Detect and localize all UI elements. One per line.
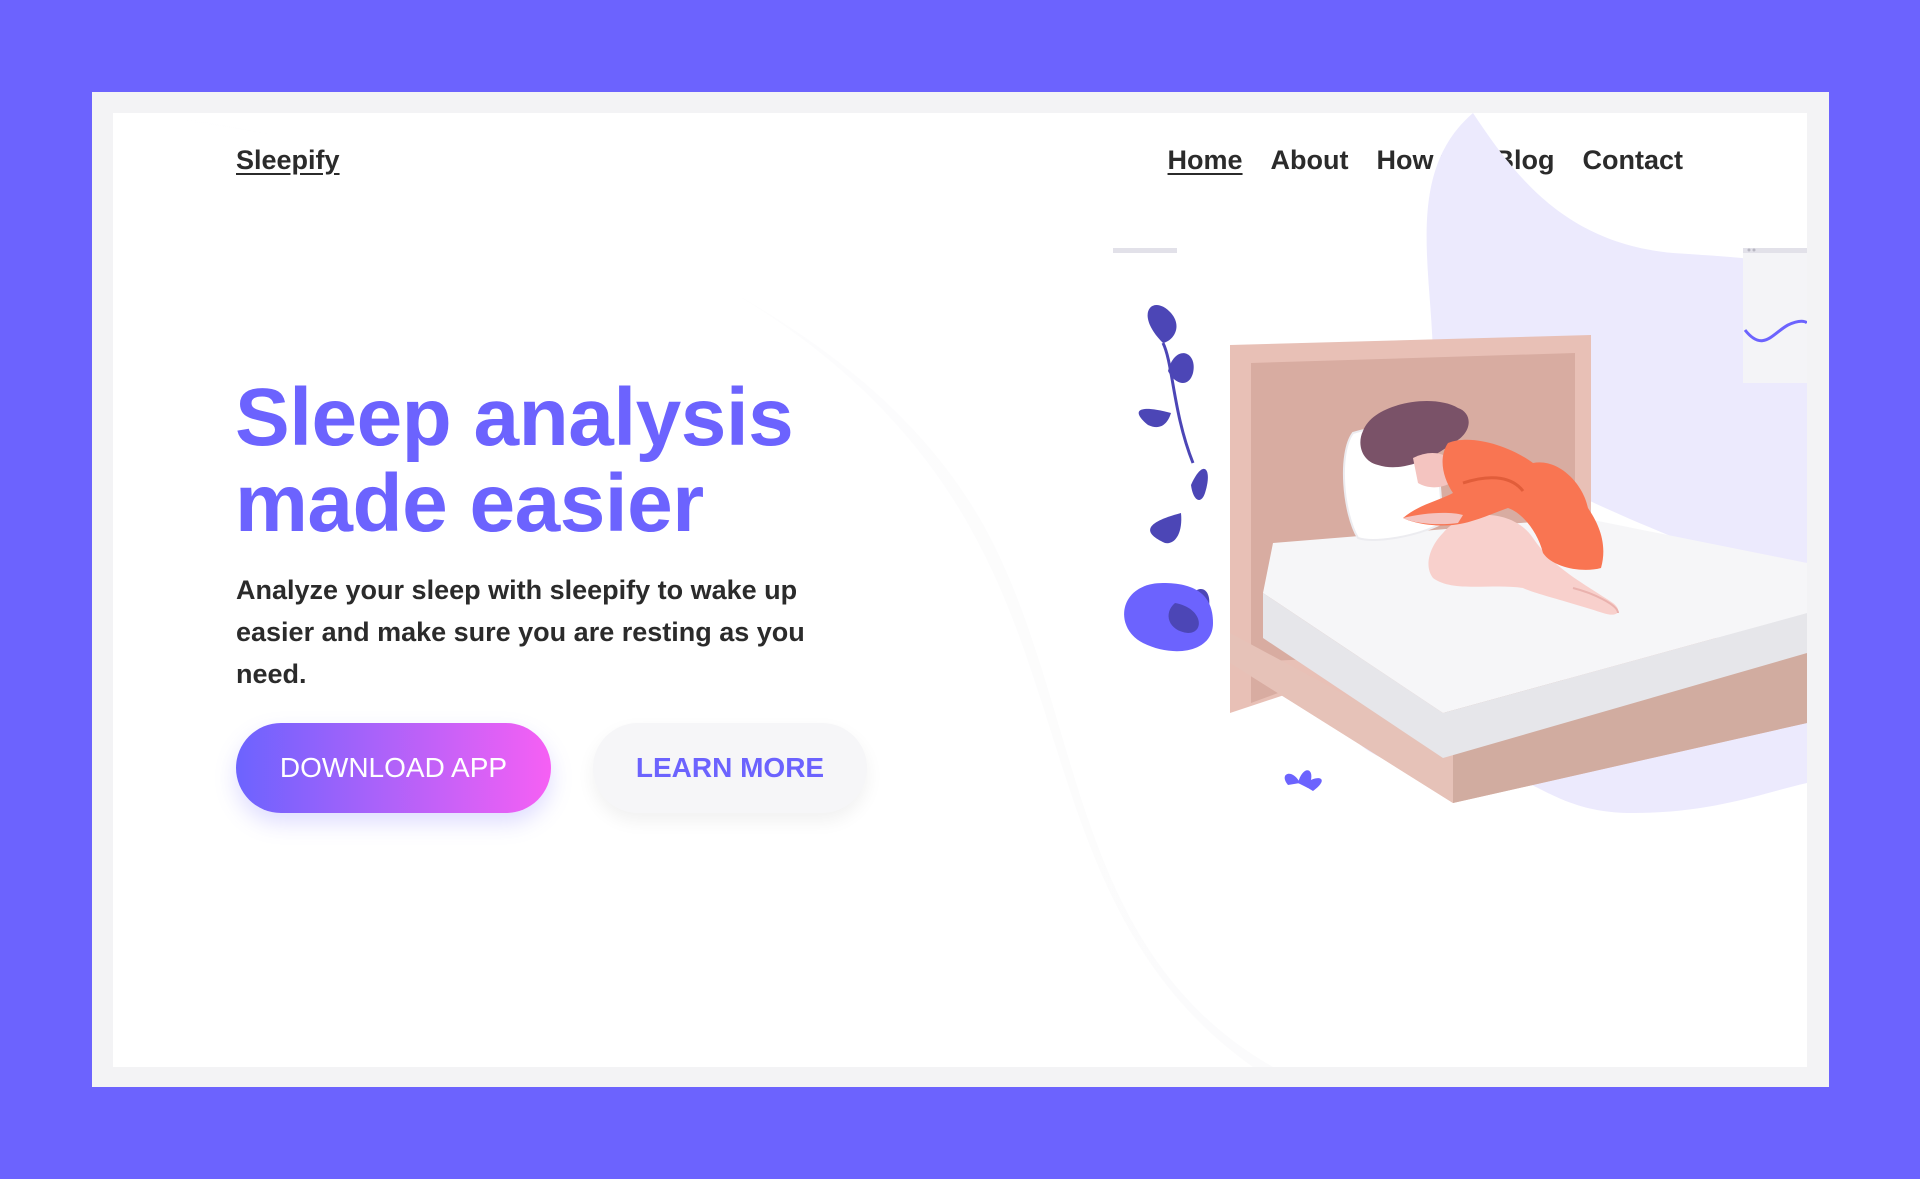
hero-title-line-1: Sleep analysis [235,372,794,463]
hero-subtitle: Analyze your sleep with sleepify to wake… [236,575,805,689]
brand-logo[interactable]: Sleepify [236,145,340,176]
hero-title-line-2: made easier [235,458,704,549]
landing-page: Sleepify Home About How to Blog Contact … [113,113,1807,1067]
woman-sleeping-in-bed-illustration [1113,113,1807,813]
learn-more-button[interactable]: LEARN MORE [593,723,867,813]
download-app-button[interactable]: DOWNLOAD APP [236,723,551,813]
hero-title: Sleep analysis made easier [235,375,955,547]
